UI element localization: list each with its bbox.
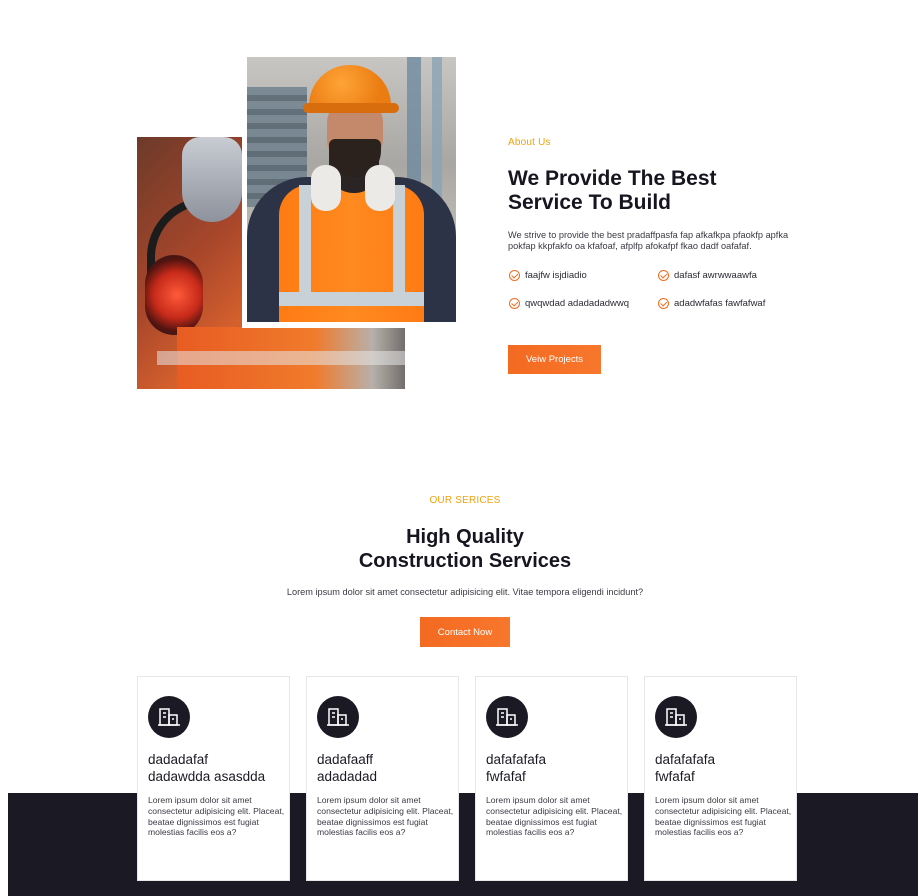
about-image-worker-helmet bbox=[247, 57, 456, 322]
services-title-line1: High Quality bbox=[406, 526, 524, 548]
contact-now-button[interactable]: Contact Now bbox=[420, 617, 510, 647]
building-icon bbox=[486, 696, 528, 738]
check-circle-icon bbox=[509, 270, 520, 281]
reflective-stripe-shape bbox=[157, 351, 405, 365]
service-card-title: dafafafafa fwfafaf bbox=[655, 752, 793, 785]
service-card-title-line1: dadadafaf bbox=[148, 752, 209, 767]
check-circle-icon bbox=[658, 270, 669, 281]
view-projects-button[interactable]: Veiw Projects bbox=[508, 345, 601, 374]
service-card[interactable]: dadafaaff adadadad Lorem ipsum dolor sit… bbox=[306, 676, 459, 881]
reflective-stripe-shape bbox=[299, 185, 311, 295]
service-card-text: Lorem ipsum dolor sit amet consectetur a… bbox=[148, 795, 285, 838]
reflective-stripe-shape bbox=[279, 292, 424, 306]
about-eyebrow: About Us bbox=[508, 137, 551, 148]
service-card-title: dadadafaf dadawdda asasdda bbox=[148, 752, 286, 785]
service-card-title-line2: adadadad bbox=[317, 768, 378, 784]
service-card-text: Lorem ipsum dolor sit amet consectetur a… bbox=[655, 795, 792, 838]
glove-shape bbox=[311, 165, 341, 211]
about-title-line2: Service To Build bbox=[508, 191, 671, 214]
building-icon bbox=[148, 696, 190, 738]
about-description: We strive to provide the best pradaffpas… bbox=[508, 230, 789, 251]
services-title: High Quality Construction Services bbox=[0, 525, 918, 573]
service-card-text: Lorem ipsum dolor sit amet consectetur a… bbox=[486, 795, 623, 838]
feature-item: qwqwdad adadadadwwq bbox=[509, 298, 629, 309]
service-card-text: Lorem ipsum dolor sit amet consectetur a… bbox=[317, 795, 454, 838]
service-card[interactable]: dafafafafa fwfafaf Lorem ipsum dolor sit… bbox=[475, 676, 628, 881]
reflective-stripe-shape bbox=[393, 185, 405, 295]
service-card-title-line2: fwfafaf bbox=[486, 768, 526, 784]
service-card-title-line2: fwfafaf bbox=[655, 768, 695, 784]
service-card-title: dafafafafa fwfafaf bbox=[486, 752, 624, 785]
feature-item: dafasf awrwwaawfa bbox=[658, 270, 757, 281]
glove-shape bbox=[182, 137, 242, 222]
service-card-title-line2: dadawdda asasdda bbox=[148, 768, 266, 784]
feature-label: faajfw isjdiadio bbox=[525, 270, 587, 281]
service-card-title: dadafaaff adadadad bbox=[317, 752, 455, 785]
hard-hat-brim-shape bbox=[303, 103, 399, 113]
earmuff-shape bbox=[145, 255, 203, 335]
service-card-title-line1: dafafafafa bbox=[486, 752, 547, 767]
check-circle-icon bbox=[509, 298, 520, 309]
service-card-title-line1: dadafaaff bbox=[317, 752, 374, 767]
services-eyebrow: OUR SERICES bbox=[429, 495, 501, 506]
check-circle-icon bbox=[658, 298, 669, 309]
about-title: We Provide The Best Service To Build bbox=[508, 167, 768, 215]
feature-label: dafasf awrwwaawfa bbox=[674, 270, 757, 281]
building-icon bbox=[655, 696, 697, 738]
service-card-title-line1: dafafafafa bbox=[655, 752, 716, 767]
feature-item: adadwfafas fawfafwaf bbox=[658, 298, 765, 309]
services-description: Lorem ipsum dolor sit amet consectetur a… bbox=[286, 587, 644, 597]
building-icon bbox=[317, 696, 359, 738]
service-card[interactable]: dafafafafa fwfafaf Lorem ipsum dolor sit… bbox=[644, 676, 797, 881]
glove-shape bbox=[365, 165, 395, 211]
about-title-line1: We Provide The Best bbox=[508, 167, 717, 190]
feature-item: faajfw isjdiadio bbox=[509, 270, 587, 281]
feature-label: adadwfafas fawfafwaf bbox=[674, 298, 766, 309]
service-card[interactable]: dadadafaf dadawdda asasdda Lorem ipsum d… bbox=[137, 676, 290, 881]
feature-label: qwqwdad adadadadwwq bbox=[525, 298, 630, 309]
services-title-line2: Construction Services bbox=[358, 550, 572, 572]
